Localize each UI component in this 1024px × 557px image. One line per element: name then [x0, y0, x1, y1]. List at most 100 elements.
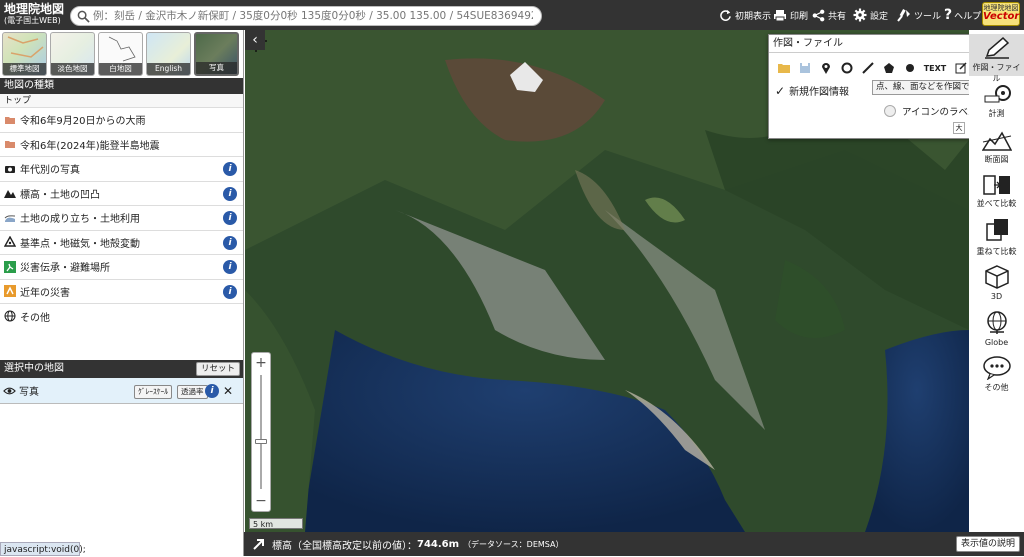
tool-3d[interactable]: 3D	[969, 264, 1024, 301]
left-panel: 標準地図 淡色地図 白地図 English 写真 地図の種類 トップ 令和6年9…	[0, 30, 244, 556]
tool-drawing-file[interactable]: 作図・ファイル	[969, 34, 1024, 83]
settings-button[interactable]: 設定	[853, 7, 888, 23]
list-item[interactable]: 標高・土地の凹凸 i	[0, 182, 243, 206]
tool-label: 並べて比較	[976, 199, 1017, 208]
vector-logo[interactable]: 地理院地図 Vector	[982, 2, 1020, 26]
info-icon[interactable]: i	[223, 235, 237, 250]
icon-label-option[interactable]: アイコンのラベル	[884, 104, 978, 118]
check-icon: ✓	[775, 83, 786, 98]
print-button[interactable]: 印刷	[773, 7, 808, 23]
thumb-photo[interactable]: 写真	[194, 32, 239, 76]
share-button[interactable]: 共有	[812, 7, 846, 23]
thumb-pale[interactable]: 淡色地図	[50, 32, 95, 76]
reset-button[interactable]: リセット	[195, 362, 240, 376]
help-button[interactable]: ? ヘルプ	[944, 7, 981, 23]
zoom-slider-track[interactable]	[260, 375, 262, 489]
tool-label: 重ねて比較	[976, 247, 1017, 256]
header-bar: 地理院地図 (電子国土WEB) 初期表示 印刷 共有 設定 ツール ? ヘルプ …	[0, 0, 1024, 30]
thumb-label: English	[147, 63, 190, 75]
list-item-label: 近年の災害	[20, 287, 70, 299]
tool-cross-section[interactable]: 断面図	[969, 130, 1024, 165]
share-icon	[812, 9, 825, 21]
disaster-icon	[4, 285, 16, 298]
eye-icon[interactable]	[3, 386, 16, 396]
list-item-label: 土地の成り立ち・土地利用	[20, 214, 140, 226]
zoom-out-button[interactable]: −	[252, 492, 270, 510]
tool-side-by-side[interactable]: 並べて比較	[969, 174, 1024, 209]
tool-measure[interactable]: 計測	[969, 84, 1024, 119]
dot-icon[interactable]	[899, 58, 920, 78]
new-drawing-info[interactable]: ✓ 新規作図情報	[775, 83, 849, 99]
tool-more[interactable]: その他	[969, 356, 1024, 393]
opacity-button[interactable]: 透過率	[177, 385, 208, 399]
polygon-icon[interactable]	[878, 58, 899, 78]
gear-icon	[853, 8, 867, 22]
list-item-label: 災害伝承・避難場所	[20, 263, 110, 275]
radio-icon[interactable]	[884, 105, 896, 117]
marker-icon[interactable]	[815, 58, 836, 78]
thumb-label: 淡色地図	[51, 63, 94, 75]
list-item[interactable]: 基準点・地磁気・地殻変動 i	[0, 231, 243, 255]
line-icon[interactable]	[857, 58, 878, 78]
list-item-label: その他	[20, 312, 50, 324]
list-item[interactable]: 令和6年(2024年)能登半島地震	[0, 133, 243, 157]
list-item[interactable]: その他	[0, 304, 243, 329]
list-item-label: 標高・土地の凹凸	[20, 189, 100, 201]
info-icon[interactable]: i	[205, 384, 219, 398]
selected-map-label: 写真	[19, 387, 39, 398]
tools-button[interactable]: ツール	[897, 7, 941, 23]
info-icon[interactable]: i	[223, 162, 237, 176]
thumb-standard[interactable]: 標準地図	[2, 32, 47, 76]
tool-label: 計測	[988, 109, 1005, 118]
ruler-icon	[984, 85, 1011, 103]
search-input[interactable]	[93, 8, 533, 24]
landuse-icon	[4, 215, 16, 222]
list-item[interactable]: 災害伝承・避難場所 i	[0, 255, 243, 280]
list-item[interactable]: 年代別の写真 i	[0, 157, 243, 182]
tool-label: 作図・ファイル	[972, 63, 1021, 83]
selected-maps-title: 選択中の地図	[4, 363, 64, 374]
info-icon[interactable]: i	[223, 211, 237, 225]
status-bar: javascript:void(0);	[0, 542, 86, 556]
list-item[interactable]: 土地の成り立ち・土地利用 i	[0, 206, 243, 231]
elevation-bar: 標高（全国標高改定以前の値）： 744.6m （データソース：DEMSA） 表示…	[244, 532, 1024, 556]
grayscale-button[interactable]: ｸﾞﾚｰｽｹｰﾙ	[134, 385, 172, 399]
thumb-blank[interactable]: 白地図	[98, 32, 143, 76]
tool-globe[interactable]: Globe	[969, 310, 1024, 347]
list-item-label: 基準点・地磁気・地殻変動	[20, 238, 140, 250]
tool-label: その他	[984, 383, 1009, 392]
print-icon	[774, 9, 786, 21]
vector-logo-bottom: Vector	[983, 11, 1020, 22]
info-icon[interactable]: i	[223, 186, 237, 201]
selected-map-row[interactable]: 写真 ｸﾞﾚｰｽｹｰﾙ 透過率 i ✕	[0, 378, 243, 404]
help-icon: ?	[944, 7, 953, 23]
zoom-slider-handle[interactable]	[255, 439, 267, 445]
remove-icon[interactable]: ✕	[223, 384, 233, 398]
tools-label: ツール	[914, 11, 942, 22]
zoom-in-button[interactable]: +	[252, 354, 270, 372]
cube-icon	[984, 265, 1009, 289]
list-item[interactable]: 近年の災害 i	[0, 280, 243, 304]
breadcrumb[interactable]: トップ	[0, 94, 243, 108]
reset-view-button[interactable]: 初期表示	[719, 7, 771, 23]
info-icon[interactable]: i	[223, 284, 237, 299]
circle-icon[interactable]	[836, 58, 857, 78]
list-item[interactable]: 令和6年9月20日からの大雨	[0, 108, 243, 133]
list-item-label: 年代別の写真	[20, 165, 80, 177]
drawing-toolbar: TEXT	[769, 57, 973, 79]
info-icon[interactable]: i	[223, 260, 237, 274]
collapse-panel-button[interactable]: ‹	[245, 30, 265, 50]
open-folder-icon[interactable]	[773, 58, 794, 78]
size-button[interactable]: 大	[953, 122, 965, 134]
text-tool-button[interactable]: TEXT	[920, 58, 950, 78]
explain-values-button[interactable]: 表示値の説明	[955, 536, 1020, 552]
arrow-icon	[253, 539, 264, 550]
edit-icon[interactable]	[950, 58, 971, 78]
tool-overlay-compare[interactable]: 重ねて比較	[969, 218, 1024, 257]
share-label: 共有	[828, 11, 847, 22]
thumb-english[interactable]: English	[146, 32, 191, 76]
save-icon[interactable]	[794, 58, 815, 78]
scale-bar: 5 km	[249, 518, 303, 529]
search-icon	[77, 10, 90, 23]
site-logo[interactable]: 地理院地図 (電子国土WEB)	[4, 3, 68, 25]
